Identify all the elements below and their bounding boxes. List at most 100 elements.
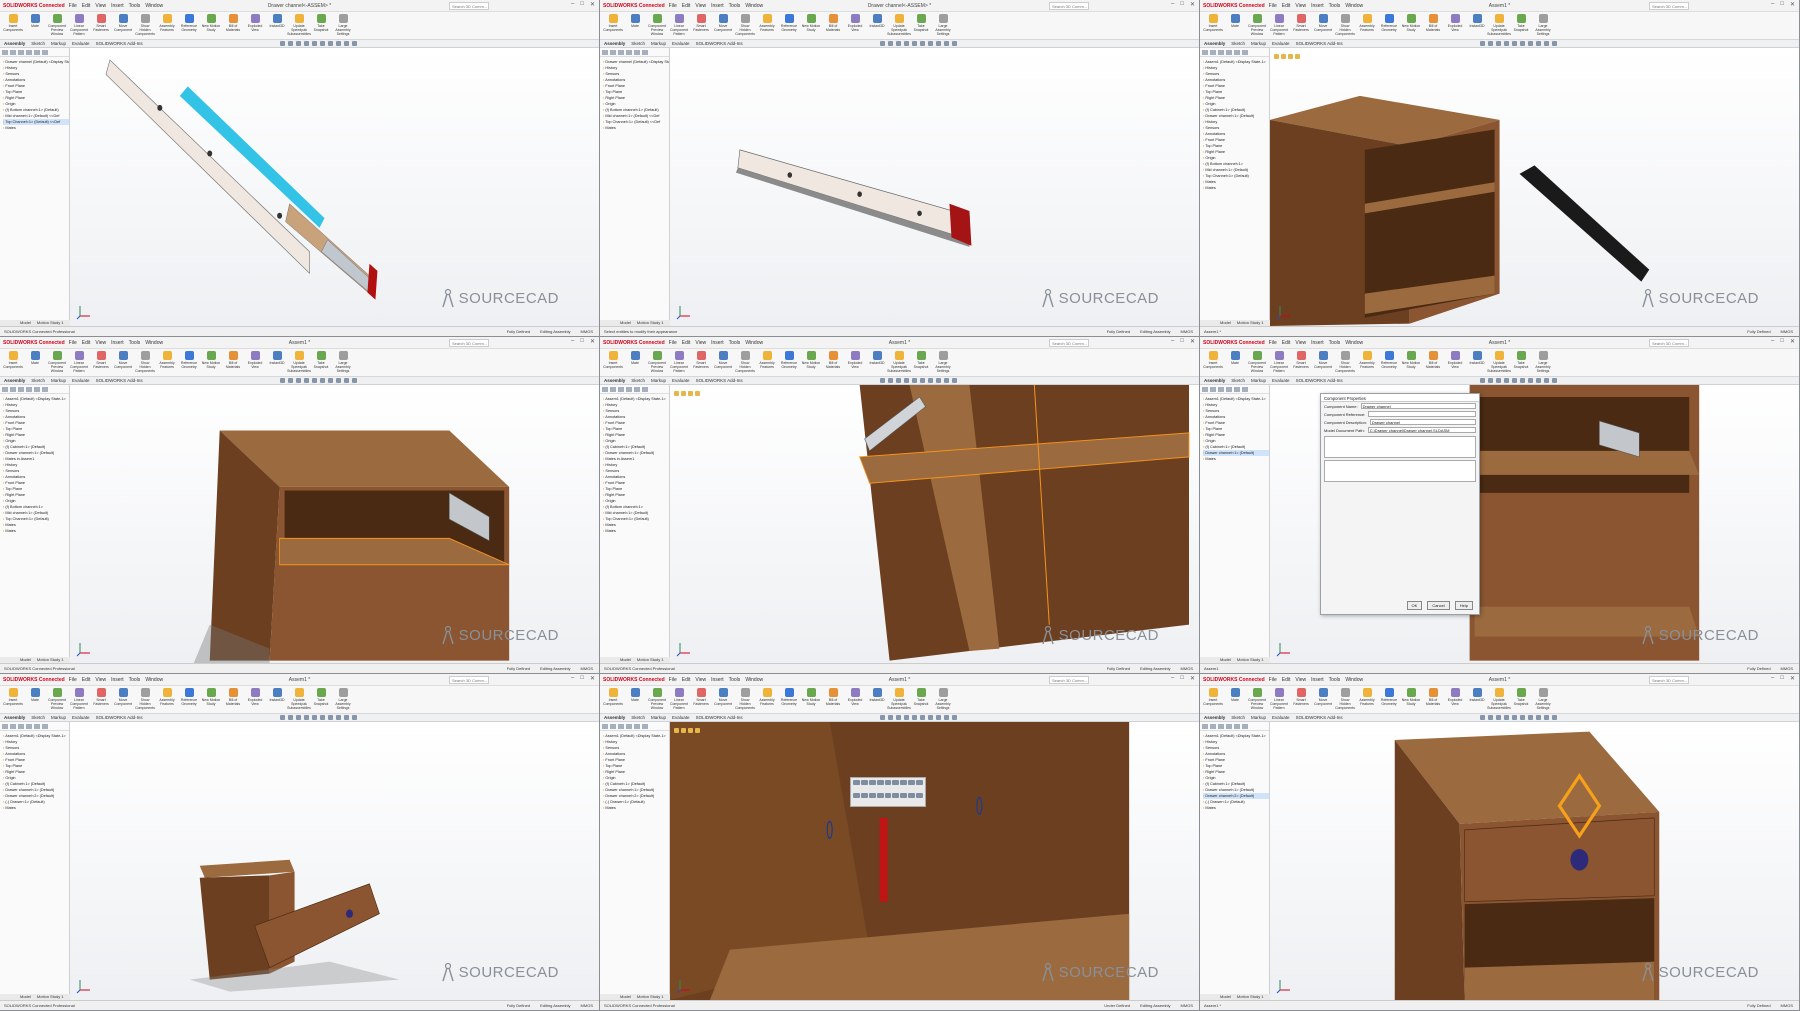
tab-sketch[interactable]: Sketch	[631, 41, 645, 46]
menu-item-file[interactable]: File	[669, 677, 677, 683]
ribbon-button[interactable]: Take Snapshot	[1511, 688, 1531, 712]
menu-item-insert[interactable]: Insert	[1311, 3, 1324, 9]
view-tool-icon[interactable]	[1512, 41, 1517, 46]
context-tool-icon[interactable]	[892, 792, 900, 798]
view-tool-icon[interactable]	[344, 378, 349, 383]
view-tool-icon[interactable]	[304, 715, 309, 720]
menu-item-file[interactable]: File	[1269, 340, 1277, 346]
view-tool-icon[interactable]	[904, 41, 909, 46]
ribbon-button[interactable]: Component Preview Window	[647, 14, 667, 38]
panel-tab-icon[interactable]	[34, 724, 40, 729]
panel-tab-icon[interactable]	[1226, 50, 1232, 55]
tab-evaluate[interactable]: Evaluate	[672, 378, 690, 383]
view-tool-icon[interactable]	[1496, 41, 1501, 46]
ribbon-button[interactable]: Take Snapshot	[911, 351, 931, 375]
tab-sketch[interactable]: Sketch	[31, 378, 45, 383]
model-view[interactable]	[1270, 48, 1799, 326]
ribbon-button[interactable]: Large Assembly Settings	[933, 688, 953, 712]
ribbon-button[interactable]: Move Component	[1313, 688, 1333, 712]
graphics-area[interactable]: SOURCECAD	[670, 722, 1199, 1000]
view-tool-icon[interactable]	[1504, 41, 1509, 46]
breadcrumb-icon[interactable]	[688, 727, 693, 733]
view-tool-icon[interactable]	[944, 41, 949, 46]
ribbon-button[interactable]: Bill of Materials	[1423, 14, 1443, 38]
ribbon-button[interactable]: Mate	[1225, 14, 1245, 38]
panel-tab-icon[interactable]	[618, 387, 624, 392]
ribbon-button[interactable]: Bill of Materials	[223, 688, 243, 712]
context-tool-icon[interactable]	[860, 780, 868, 785]
view-tool-icon[interactable]	[920, 715, 925, 720]
ribbon-button[interactable]: Take Snapshot	[311, 14, 331, 38]
tab-assembly[interactable]: Assembly	[4, 378, 25, 383]
view-tool-icon[interactable]	[296, 41, 301, 46]
view-tool-icon[interactable]	[928, 715, 933, 720]
ribbon-button[interactable]: Large Assembly Settings	[933, 14, 953, 38]
tab-sketch[interactable]: Sketch	[1231, 378, 1245, 383]
ribbon-button[interactable]: Update Speedpak Subassemblies	[1487, 688, 1511, 712]
ribbon-button[interactable]: Exploded View	[245, 14, 265, 38]
minimize-icon[interactable]: –	[571, 338, 574, 345]
ribbon-button[interactable]: Move Component	[113, 688, 133, 712]
menu-item-view[interactable]: View	[695, 3, 706, 9]
ribbon-button[interactable]: Update Speedpak Subassemblies	[887, 14, 911, 38]
ribbon-button[interactable]: Instant3D	[1467, 351, 1487, 375]
menu-item-edit[interactable]: Edit	[1282, 677, 1291, 683]
view-tool-icon[interactable]	[936, 41, 941, 46]
ribbon-button[interactable]: Smart Fasteners	[1291, 351, 1311, 375]
ribbon-button[interactable]: Smart Fasteners	[691, 14, 711, 38]
ribbon-button[interactable]: Component Preview Window	[1247, 688, 1267, 712]
view-tool-icon[interactable]	[1488, 41, 1493, 46]
tab-evaluate[interactable]: Evaluate	[672, 715, 690, 720]
ribbon-button[interactable]: Reference Geometry	[1379, 351, 1399, 375]
dialog-field-input[interactable]	[1368, 411, 1476, 417]
view-tool-icon[interactable]	[1480, 41, 1485, 46]
panel-tab-icon[interactable]	[10, 50, 16, 55]
ribbon-button[interactable]: Exploded View	[245, 688, 265, 712]
ribbon-button[interactable]: Instant3D	[867, 14, 887, 38]
menu-item-tools[interactable]: Tools	[729, 340, 741, 346]
ribbon-button[interactable]: Smart Fasteners	[91, 14, 111, 38]
menu-item-tools[interactable]: Tools	[129, 677, 141, 683]
search-input[interactable]: Search 3D Comm...	[1649, 676, 1689, 684]
display-state-list[interactable]	[1324, 436, 1476, 458]
panel-tab-icon[interactable]	[602, 50, 608, 55]
ribbon-button[interactable]: Show Hidden Components	[1335, 351, 1355, 375]
view-tool-icon[interactable]	[352, 715, 357, 720]
view-tool-icon[interactable]	[952, 378, 957, 383]
ribbon-button[interactable]: Show Hidden Components	[135, 688, 155, 712]
tab-markup[interactable]: Markup	[1251, 41, 1266, 46]
search-input[interactable]: Search 3D Comm...	[1649, 2, 1689, 10]
tree-item[interactable]: Mates	[603, 528, 669, 534]
view-tool-icon[interactable]	[904, 378, 909, 383]
view-tool-icon[interactable]	[336, 715, 341, 720]
view-tool-icon[interactable]	[1552, 715, 1557, 720]
search-input[interactable]: Search 3D Comm...	[1049, 676, 1089, 684]
view-tool-icon[interactable]	[1552, 41, 1557, 46]
breadcrumb-icon[interactable]	[1295, 53, 1300, 59]
view-tool-icon[interactable]	[1528, 715, 1533, 720]
view-tool-icon[interactable]	[1552, 378, 1557, 383]
view-tool-icon[interactable]	[920, 41, 925, 46]
menu-item-file[interactable]: File	[69, 3, 77, 9]
panel-tab-icon[interactable]	[634, 387, 640, 392]
ribbon-button[interactable]: Move Component	[113, 14, 133, 38]
ribbon-button[interactable]: New Motion Study	[201, 14, 221, 38]
configuration-list[interactable]	[1324, 460, 1476, 482]
view-tool-icon[interactable]	[888, 378, 893, 383]
ribbon-button[interactable]: Move Component	[713, 688, 733, 712]
tab-evaluate[interactable]: Evaluate	[672, 41, 690, 46]
ribbon-button[interactable]: Linear Component Pattern	[69, 351, 89, 375]
ribbon-button[interactable]: Component Preview Window	[647, 351, 667, 375]
panel-tab-icon[interactable]	[2, 50, 8, 55]
ribbon-button[interactable]: Move Component	[1313, 351, 1333, 375]
view-tool-icon[interactable]	[1536, 378, 1541, 383]
close-icon[interactable]: ✕	[1790, 1, 1795, 8]
menu-item-insert[interactable]: Insert	[111, 340, 124, 346]
model-view[interactable]	[70, 722, 599, 1000]
tab-solidworks-add-ins[interactable]: SOLIDWORKS Add-Ins	[1296, 378, 1343, 383]
context-tool-icon[interactable]	[884, 792, 892, 798]
status-item[interactable]: MMGS	[1181, 1003, 1193, 1008]
tab-assembly[interactable]: Assembly	[4, 41, 25, 46]
ribbon-button[interactable]: Exploded View	[1445, 351, 1465, 375]
view-tool-icon[interactable]	[352, 378, 357, 383]
